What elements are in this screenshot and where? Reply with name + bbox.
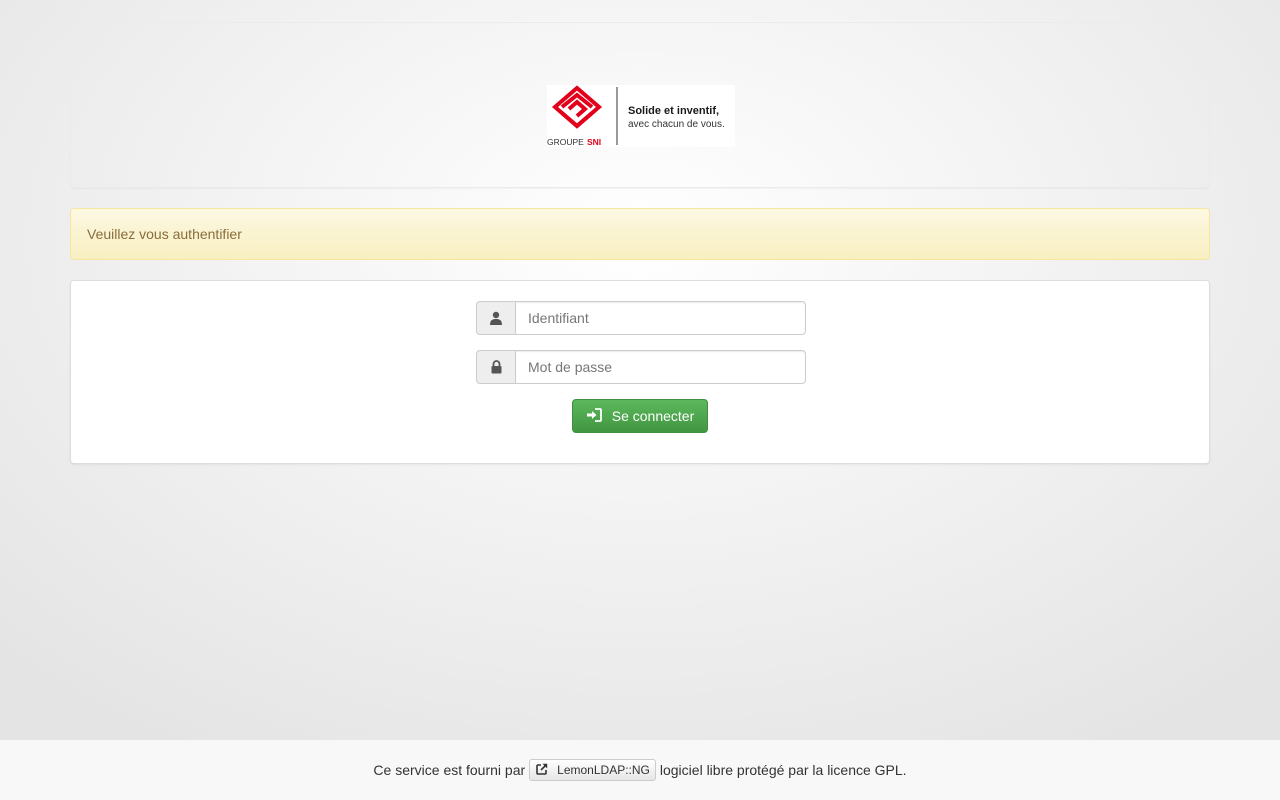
header-panel: GROUPE SNI Solide et inventif, avec chac… — [70, 22, 1210, 188]
username-input-group — [476, 301, 806, 335]
footer-prefix-text: Ce service est fourni par — [373, 762, 526, 778]
logo-brand-name: SNI — [587, 137, 601, 147]
login-button[interactable]: Se connecter — [572, 399, 708, 433]
username-input[interactable] — [515, 301, 806, 335]
login-form-panel: Se connecter — [70, 280, 1210, 464]
sni-emblem-icon — [551, 85, 603, 129]
logo-brand-prefix: GROUPE — [547, 137, 584, 147]
footer: Ce service est fourni par LemonLDAP::NG … — [0, 740, 1280, 800]
login-button-label: Se connecter — [611, 408, 695, 424]
password-input[interactable] — [515, 350, 806, 384]
lemonldap-link[interactable]: LemonLDAP::NG — [529, 759, 656, 781]
user-icon — [476, 301, 515, 335]
footer-suffix-text: logiciel libre protégé par la licence GP… — [659, 762, 907, 778]
logo-tagline-line1: Solide et inventif, — [628, 105, 719, 117]
lemonldap-link-label: LemonLDAP::NG — [557, 763, 650, 777]
lock-icon — [476, 350, 515, 384]
password-input-group — [476, 350, 806, 384]
logo-tagline-line2: avec chacun de vous. — [628, 119, 725, 130]
auth-alert: Veuillez vous authentifier — [70, 208, 1210, 260]
external-link-icon — [536, 763, 548, 778]
auth-alert-message: Veuillez vous authentifier — [87, 226, 242, 242]
sign-in-icon — [586, 407, 602, 425]
company-logo: GROUPE SNI Solide et inventif, avec chac… — [547, 85, 735, 147]
